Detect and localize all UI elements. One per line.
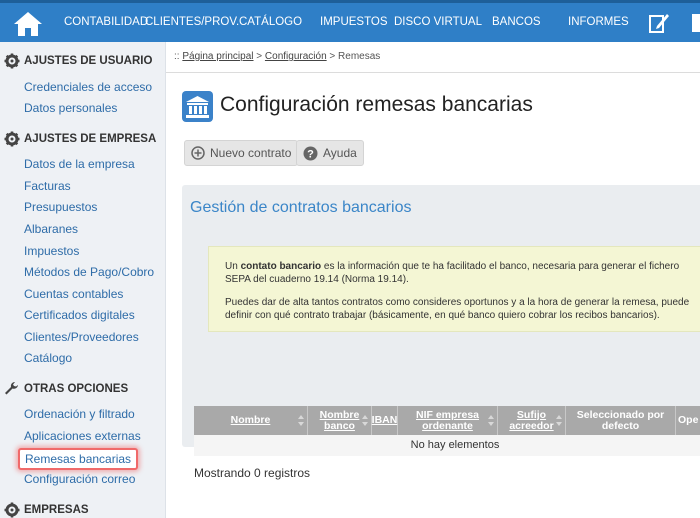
nav-disco-virtual[interactable]: DISCO VIRTUAL bbox=[394, 16, 482, 28]
bank-icon bbox=[186, 96, 209, 118]
sidebar-item-datos-personales[interactable]: Datos personales bbox=[24, 101, 117, 115]
sidebar-item-albaranes[interactable]: Albaranes bbox=[24, 222, 78, 236]
column-label: NIF empresa ordenante bbox=[415, 408, 480, 432]
breadcrumb-home[interactable]: Página principal bbox=[182, 51, 253, 62]
nav-catalogo[interactable]: CATÁLOGO bbox=[239, 16, 302, 28]
page-icon-box bbox=[182, 91, 213, 122]
nav-contabilidad[interactable]: CONTABILIDAD bbox=[64, 16, 148, 28]
sidebar-item-datos-empresa[interactable]: Datos de la empresa bbox=[24, 157, 135, 171]
section-title: AJUSTES DE EMPRESA bbox=[24, 133, 157, 145]
breadcrumb-config[interactable]: Configuración bbox=[265, 51, 327, 62]
sort-icon bbox=[556, 415, 562, 426]
svg-text:?: ? bbox=[307, 148, 314, 160]
column-iban[interactable]: IBAN bbox=[372, 406, 398, 435]
info-bold: contato bancario bbox=[240, 261, 322, 272]
sidebar: AJUSTES DE USUARIO Credenciales de acces… bbox=[0, 42, 166, 518]
column-nif[interactable]: NIF empresa ordenante bbox=[398, 406, 498, 435]
nav-impuestos[interactable]: IMPUESTOS bbox=[320, 16, 388, 28]
contracts-panel: Gestión de contratos bancarios Un contat… bbox=[182, 185, 700, 480]
section-title: EMPRESAS bbox=[24, 504, 89, 516]
help-icon: ? bbox=[303, 146, 318, 160]
info-line: definir con qué contrato trabajar (básic… bbox=[225, 310, 660, 321]
gear-icon bbox=[4, 502, 20, 518]
sidebar-item-ordenacion[interactable]: Ordenación y filtrado bbox=[24, 407, 135, 421]
sort-icon bbox=[362, 415, 368, 426]
column-operaciones: Ope bbox=[676, 406, 700, 435]
plus-circle-icon bbox=[191, 146, 205, 160]
edit-icon[interactable] bbox=[648, 11, 670, 35]
divider bbox=[166, 72, 700, 73]
home-icon[interactable] bbox=[12, 10, 44, 38]
column-label: Ope bbox=[678, 414, 699, 426]
column-label: Seleccionado por defecto bbox=[576, 408, 665, 432]
sort-icon bbox=[488, 415, 494, 426]
breadcrumb-sep: > bbox=[329, 51, 336, 62]
column-label: IBAN bbox=[371, 414, 398, 426]
panel-title: Gestión de contratos bancarios bbox=[190, 199, 412, 216]
help-label: Ayuda bbox=[323, 146, 357, 160]
new-contract-label: Nuevo contrato bbox=[210, 146, 292, 160]
sidebar-item-catalogo[interactable]: Catálogo bbox=[24, 351, 72, 365]
sidebar-item-aplicaciones-externas[interactable]: Aplicaciones externas bbox=[24, 429, 141, 443]
sidebar-item-cuentas-contables[interactable]: Cuentas contables bbox=[24, 287, 123, 301]
top-navbar: CONTABILIDAD CLIENTES/PROV. CATÁLOGO IMP… bbox=[0, 0, 700, 42]
column-nombre[interactable]: Nombre bbox=[194, 406, 308, 435]
sidebar-item-metodos-pago[interactable]: Métodos de Pago/Cobro bbox=[24, 265, 154, 279]
table-row: No hay elementos bbox=[194, 435, 700, 456]
section-ajustes-usuario: AJUSTES DE USUARIO bbox=[4, 52, 152, 70]
column-sufijo[interactable]: Sufijo acreedor bbox=[498, 406, 566, 435]
section-otras-opciones: OTRAS OPCIONES bbox=[4, 380, 128, 398]
sidebar-item-impuestos[interactable]: Impuestos bbox=[24, 244, 79, 258]
nav-informes[interactable]: INFORMES bbox=[568, 16, 629, 28]
breadcrumb-current: Remesas bbox=[338, 51, 381, 62]
sidebar-item-presupuestos[interactable]: Presupuestos bbox=[24, 200, 97, 214]
column-label: Nombre bbox=[230, 414, 271, 426]
breadcrumb-sep: > bbox=[256, 51, 263, 62]
info-line: SEPA del cuaderno 19.14 (Norma 19.14). bbox=[225, 274, 409, 285]
sort-icon bbox=[298, 415, 304, 426]
section-ajustes-empresa: AJUSTES DE EMPRESA bbox=[4, 130, 156, 148]
page-title: Configuración remesas bancarias bbox=[220, 93, 533, 116]
nav-clientes-prov[interactable]: CLIENTES/PROV. bbox=[145, 16, 239, 28]
new-contract-button[interactable]: Nuevo contrato bbox=[184, 140, 299, 166]
main-content: :: Página principal > Configuración > Re… bbox=[166, 42, 700, 518]
info-text: Un bbox=[225, 261, 241, 272]
sidebar-item-credenciales[interactable]: Credenciales de acceso bbox=[24, 80, 152, 94]
sidebar-item-clientes-proveedores[interactable]: Clientes/Proveedores bbox=[24, 330, 139, 344]
section-title: AJUSTES DE USUARIO bbox=[24, 55, 153, 67]
help-button[interactable]: ? Ayuda bbox=[296, 140, 364, 166]
info-box: Un contato bancario es la información qu… bbox=[208, 246, 700, 332]
section-empresas: EMPRESAS bbox=[4, 501, 89, 518]
sidebar-item-facturas[interactable]: Facturas bbox=[24, 179, 71, 193]
sidebar-item-remesas-bancarias[interactable]: Remesas bancarias bbox=[18, 448, 139, 470]
info-text: es la información que te ha facilitado e… bbox=[321, 261, 680, 272]
breadcrumb: :: Página principal > Configuración > Re… bbox=[174, 51, 380, 62]
column-nombre-banco[interactable]: Nombre banco bbox=[308, 406, 372, 435]
sidebar-item-configuracion-correo[interactable]: Configuración correo bbox=[24, 472, 135, 486]
sidebar-item-certificados[interactable]: Certificados digitales bbox=[24, 308, 135, 322]
info-line: Un contato bancario es la información qu… bbox=[225, 260, 700, 273]
breadcrumb-prefix: :: bbox=[174, 51, 180, 62]
column-label: Sufijo acreedor bbox=[509, 408, 554, 432]
table-header: Nombre Nombre banco IBAN NIF empresa ord… bbox=[194, 406, 700, 435]
info-line: Puedes dar de alta tantos contratos como… bbox=[225, 297, 690, 308]
column-seleccionado: Seleccionado por defecto bbox=[566, 406, 676, 435]
gear-icon bbox=[4, 131, 20, 147]
gear-icon bbox=[4, 53, 20, 69]
more-icon[interactable] bbox=[690, 11, 700, 35]
section-title: OTRAS OPCIONES bbox=[24, 383, 129, 395]
nav-bancos[interactable]: BANCOS bbox=[492, 16, 541, 28]
records-count: Mostrando 0 registros bbox=[194, 466, 311, 480]
wrench-icon bbox=[5, 381, 18, 395]
